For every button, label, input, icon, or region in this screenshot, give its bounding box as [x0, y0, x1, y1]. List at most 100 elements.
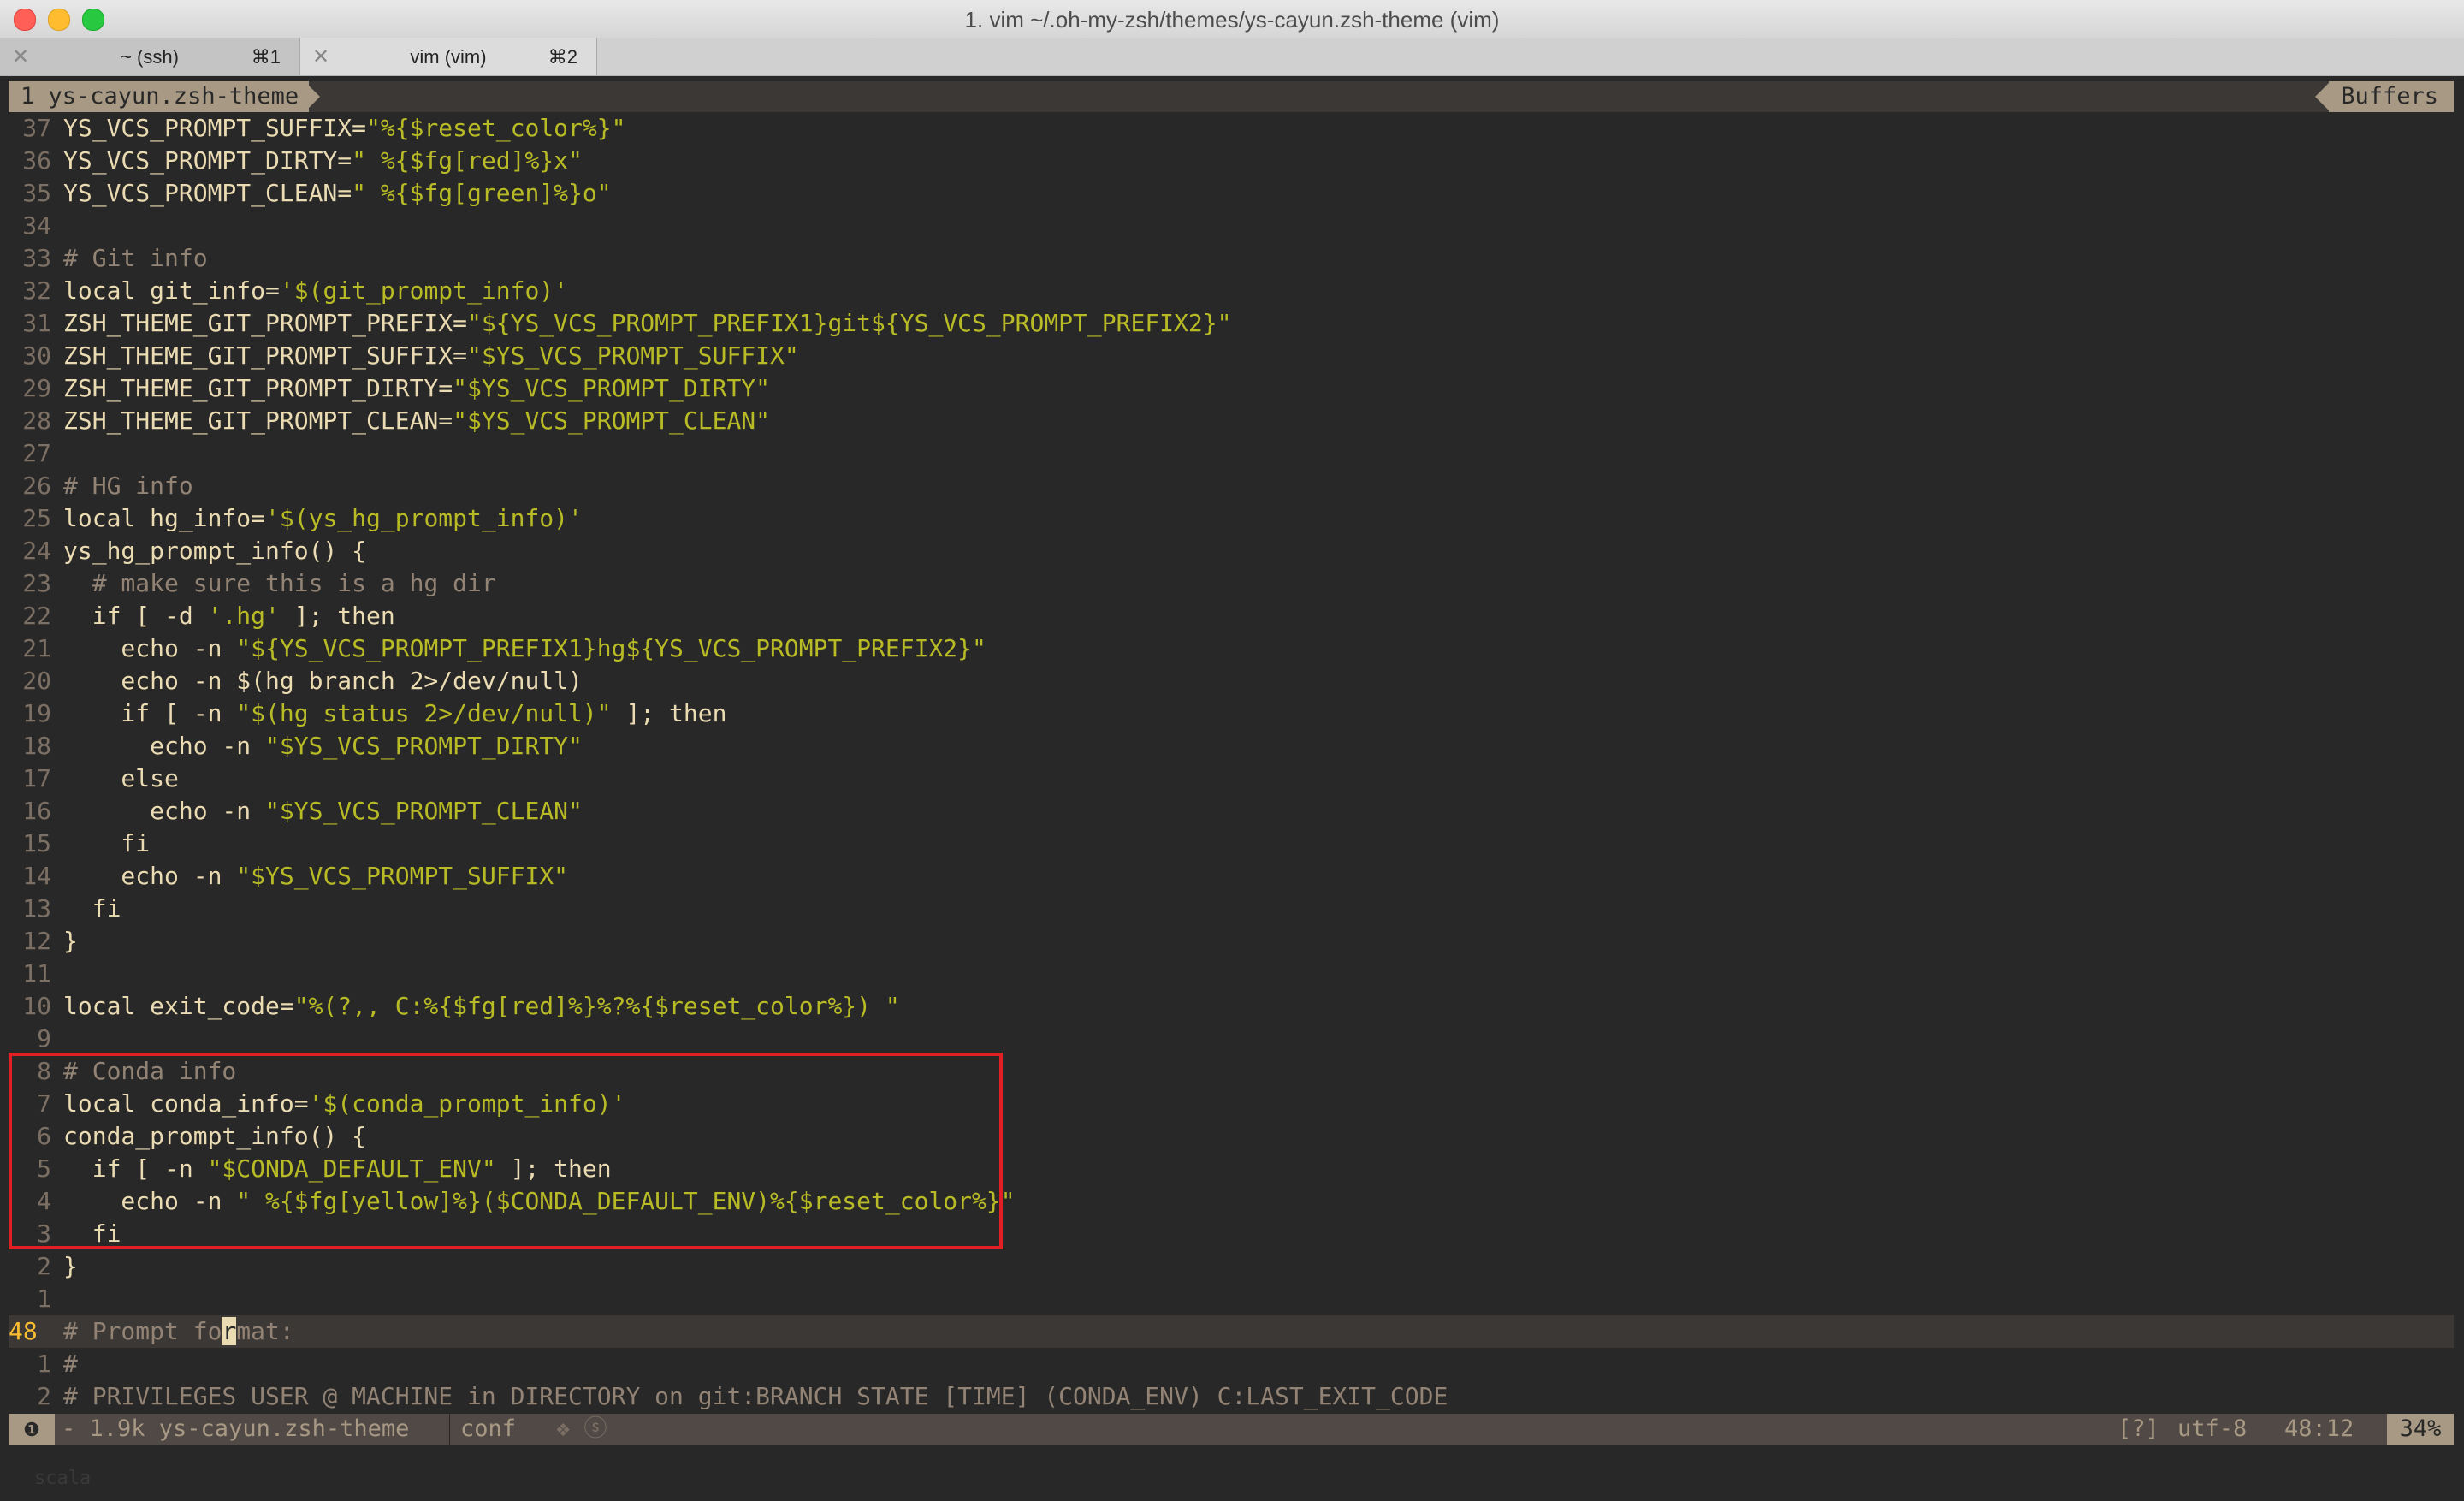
- line-number: 8: [37, 1057, 51, 1085]
- code-line[interactable]: 37 YS_VCS_PROMPT_SUFFIX="%{$reset_color%}…: [9, 112, 2454, 145]
- status-percent: 34%: [2387, 1414, 2454, 1445]
- status-format-icon: [?]: [2118, 1415, 2159, 1442]
- line-text: # Prompt format:: [63, 1315, 294, 1348]
- code-line[interactable]: 34: [9, 210, 2454, 242]
- code-line[interactable]: 28 ZSH_THEME_GIT_PROMPT_CLEAN="$YS_VCS_PR…: [9, 405, 2454, 437]
- code-line[interactable]: 22 if [ -d '.hg' ]; then: [9, 600, 2454, 632]
- code-token: # Prompt fo: [63, 1317, 222, 1345]
- code-line[interactable]: 16 echo -n "$YS_VCS_PROMPT_CLEAN": [9, 795, 2454, 828]
- code-line[interactable]: 31 ZSH_THEME_GIT_PROMPT_PREFIX="${YS_VCS_…: [9, 307, 2454, 340]
- code-line-current[interactable]: 48 # Prompt format:: [9, 1315, 2454, 1348]
- code-line[interactable]: 21 echo -n "${YS_VCS_PROMPT_PREFIX1}hg${…: [9, 632, 2454, 665]
- buffer-tab[interactable]: 1 ys-cayun.zsh-theme: [9, 81, 310, 112]
- code-line[interactable]: 14 echo -n "$YS_VCS_PROMPT_SUFFIX": [9, 860, 2454, 893]
- code-token: # HG info: [63, 472, 193, 500]
- line-number: 15: [22, 829, 51, 857]
- line-text: local hg_info='$(ys_hg_prompt_info)': [63, 502, 583, 535]
- line-text: }: [63, 925, 78, 958]
- code-token: fi: [63, 1219, 121, 1248]
- code-token: ZSH_THEME_GIT_PROMPT_CLEAN=: [63, 406, 453, 435]
- line-text: echo -n "$YS_VCS_PROMPT_DIRTY": [63, 730, 583, 762]
- code-line[interactable]: 25 local hg_info='$(ys_hg_prompt_info)': [9, 502, 2454, 535]
- code-token: echo -n $(hg branch 2>/dev/null): [63, 667, 583, 695]
- code-line[interactable]: 8 # Conda info: [9, 1055, 2454, 1088]
- line-text: local exit_code="%(?,, C:%{$fg[red]%}%?%…: [63, 990, 900, 1023]
- code-line[interactable]: 5 if [ -n "$CONDA_DEFAULT_ENV" ]; then: [9, 1153, 2454, 1185]
- code-line[interactable]: 26 # HG info: [9, 470, 2454, 502]
- code-line[interactable]: 12}: [9, 925, 2454, 958]
- code-line[interactable]: 2}: [9, 1250, 2454, 1283]
- code-token: # Git info: [63, 244, 208, 272]
- code-line[interactable]: 24 ys_hg_prompt_info() {: [9, 535, 2454, 567]
- code-line[interactable]: 19 if [ -n "$(hg status 2>/dev/null)" ];…: [9, 697, 2454, 730]
- code-token: fi: [63, 829, 151, 857]
- code-area[interactable]: 37 YS_VCS_PROMPT_SUFFIX="%{$reset_color%}…: [9, 112, 2454, 1413]
- tab-shortcut: ⌘1: [251, 46, 281, 68]
- terminal-tab-bar: ✕ ~ (ssh) ⌘1 ✕ vim (vim) ⌘2: [0, 38, 2464, 76]
- line-number: 1: [37, 1350, 51, 1378]
- code-line[interactable]: 32 local git_info='$(git_prompt_info)': [9, 275, 2454, 307]
- code-line[interactable]: 18 echo -n "$YS_VCS_PROMPT_DIRTY": [9, 730, 2454, 762]
- code-token: ys_hg_prompt_info() {: [63, 537, 367, 565]
- line-text: ZSH_THEME_GIT_PROMPT_DIRTY="$YS_VCS_PROM…: [63, 372, 770, 405]
- line-number: 33: [22, 244, 51, 272]
- code-line[interactable]: 33 # Git info: [9, 242, 2454, 275]
- code-line[interactable]: 17 else: [9, 762, 2454, 795]
- code-line[interactable]: 2 # PRIVILEGES USER @ MACHINE in DIRECTOR…: [9, 1380, 2454, 1413]
- code-token: "$YS_VCS_PROMPT_DIRTY": [453, 374, 771, 402]
- line-number: 17: [22, 764, 51, 792]
- code-line[interactable]: 27: [9, 437, 2454, 470]
- code-line[interactable]: 1: [9, 1283, 2454, 1315]
- faint-text: scala: [34, 1468, 92, 1489]
- line-number: 12: [22, 927, 51, 955]
- code-line[interactable]: 29 ZSH_THEME_GIT_PROMPT_DIRTY="$YS_VCS_PR…: [9, 372, 2454, 405]
- status-divider: [449, 1414, 450, 1445]
- terminal-pane[interactable]: 1 ys-cayun.zsh-theme Buffers 37 YS_VCS_PR…: [0, 76, 2464, 1501]
- tab-ssh[interactable]: ✕ ~ (ssh) ⌘1: [0, 38, 300, 75]
- line-number: 2: [37, 1252, 51, 1280]
- code-line[interactable]: 1 #: [9, 1348, 2454, 1380]
- code-line[interactable]: 4 echo -n " %{$fg[yellow]%}($CONDA_DEFAU…: [9, 1185, 2454, 1218]
- line-text: local conda_info='$(conda_prompt_info)': [63, 1088, 625, 1120]
- code-line[interactable]: 7 local conda_info='$(conda_prompt_info)': [9, 1088, 2454, 1120]
- line-number: 20: [22, 667, 51, 695]
- line-text: echo -n " %{$fg[yellow]%}($CONDA_DEFAULT…: [63, 1185, 1015, 1218]
- line-text: ZSH_THEME_GIT_PROMPT_PREFIX="${YS_VCS_PR…: [63, 307, 1231, 340]
- code-token: }: [63, 1252, 78, 1280]
- line-number: 18: [22, 732, 51, 760]
- code-token: fi: [63, 894, 121, 923]
- code-token: "$CONDA_DEFAULT_ENV": [207, 1154, 496, 1183]
- code-line[interactable]: 35 YS_VCS_PROMPT_CLEAN=" %{$fg[green]%}o": [9, 177, 2454, 210]
- line-number: 32: [22, 276, 51, 305]
- code-line[interactable]: 36 YS_VCS_PROMPT_DIRTY=" %{$fg[red]%}x": [9, 145, 2454, 177]
- line-number: 24: [22, 537, 51, 565]
- code-line[interactable]: 13 fi: [9, 893, 2454, 925]
- code-token: conda_prompt_info() {: [63, 1122, 367, 1150]
- code-line[interactable]: 9: [9, 1023, 2454, 1055]
- command-line[interactable]: scala: [0, 1445, 2464, 1501]
- code-token: " %{$fg[red]%}x": [352, 146, 583, 175]
- code-line[interactable]: 3 fi: [9, 1218, 2454, 1250]
- code-line[interactable]: 23 # make sure this is a hg dir: [9, 567, 2454, 600]
- code-line[interactable]: 6 conda_prompt_info() {: [9, 1120, 2454, 1153]
- code-token: ]; then: [611, 699, 727, 727]
- line-number: 2: [37, 1382, 51, 1410]
- line-text: YS_VCS_PROMPT_CLEAN=" %{$fg[green]%}o": [63, 177, 612, 210]
- code-token: "$YS_VCS_PROMPT_CLEAN": [453, 406, 771, 435]
- code-line[interactable]: 10 local exit_code="%(?,, C:%{$fg[red]%}%…: [9, 990, 2454, 1023]
- line-number: 22: [22, 602, 51, 630]
- mode-indicator: ❶: [9, 1414, 55, 1445]
- line-number: 3: [37, 1219, 51, 1248]
- status-symbols: ❖ ⓢ: [556, 1415, 607, 1442]
- code-token: #: [63, 1350, 78, 1378]
- tab-vim[interactable]: ✕ vim (vim) ⌘2: [300, 38, 597, 75]
- code-line[interactable]: 15 fi: [9, 828, 2454, 860]
- line-text: ys_hg_prompt_info() {: [63, 535, 366, 567]
- code-token: "%(?,, C:%{$fg[red]%}%?%{$reset_color%})…: [293, 992, 900, 1020]
- code-token: "$YS_VCS_PROMPT_SUFFIX": [467, 341, 799, 370]
- code-line[interactable]: 11: [9, 958, 2454, 990]
- code-token: local conda_info=: [63, 1089, 309, 1118]
- line-text: ZSH_THEME_GIT_PROMPT_SUFFIX="$YS_VCS_PRO…: [63, 340, 799, 372]
- code-line[interactable]: 30 ZSH_THEME_GIT_PROMPT_SUFFIX="$YS_VCS_P…: [9, 340, 2454, 372]
- code-line[interactable]: 20 echo -n $(hg branch 2>/dev/null): [9, 665, 2454, 697]
